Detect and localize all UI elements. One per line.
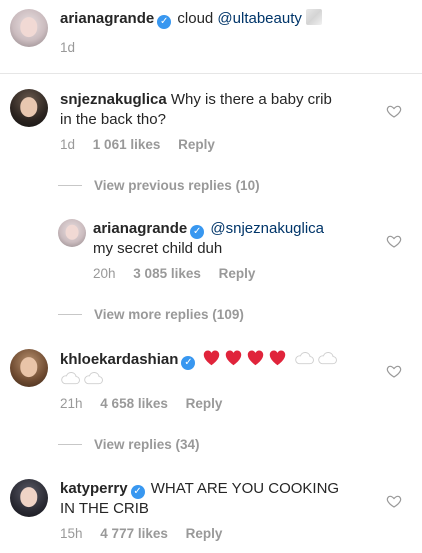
comment-meta: 15h 4 777 likes Reply xyxy=(60,526,236,541)
reply-button[interactable]: Reply xyxy=(186,396,223,411)
red-heart-emoji-icon xyxy=(203,350,219,366)
verified-icon: ✓ xyxy=(157,15,172,29)
reply-text: arianagrande ✓ @snjeznakuglica my secret … xyxy=(93,219,383,259)
post-caption: arianagrande ✓ cloud @ultabeauty xyxy=(60,9,322,29)
post-meta: 1d xyxy=(60,40,89,55)
comment-body: IN THE CRIB xyxy=(60,500,149,517)
avatar[interactable] xyxy=(10,349,48,387)
view-more-replies[interactable]: View more replies (109) xyxy=(58,307,244,322)
comment-username[interactable]: snjeznakuglica xyxy=(60,91,167,108)
reply-body: my secret child duh xyxy=(93,240,223,257)
like-heart-icon[interactable] xyxy=(386,493,402,509)
thread-line xyxy=(58,444,82,445)
reply-username[interactable]: arianagrande xyxy=(93,220,187,237)
red-heart-emoji-icon xyxy=(225,350,241,366)
view-replies[interactable]: View replies (34) xyxy=(58,437,200,452)
comment-text: katyperry ✓ WHAT ARE YOU COOKING IN THE C… xyxy=(60,479,380,519)
thread-label[interactable]: View replies (34) xyxy=(94,437,200,452)
verified-icon: ✓ xyxy=(130,485,145,499)
reply-likes[interactable]: 3 085 likes xyxy=(133,266,201,281)
post-username[interactable]: arianagrande xyxy=(60,10,154,27)
comment-time: 1d xyxy=(60,137,76,152)
comment-likes[interactable]: 4 658 likes xyxy=(100,396,168,411)
comment-body: in the back tho? xyxy=(60,111,166,128)
divider xyxy=(0,73,422,74)
post-mention[interactable]: @ultabeauty xyxy=(217,10,301,27)
cloud-emoji-icon xyxy=(295,352,314,365)
comment-text: snjeznakuglica Why is there a baby crib … xyxy=(60,90,380,130)
comment-username[interactable]: khloekardashian xyxy=(60,351,178,368)
like-heart-icon[interactable] xyxy=(386,233,402,249)
comment-time: 21h xyxy=(60,396,83,411)
avatar[interactable] xyxy=(58,219,86,247)
avatar[interactable] xyxy=(10,89,48,127)
comment-likes[interactable]: 1 061 likes xyxy=(93,137,161,152)
reply-time: 20h xyxy=(93,266,116,281)
comment-likes[interactable]: 4 777 likes xyxy=(100,526,168,541)
reply-button[interactable]: Reply xyxy=(178,137,215,152)
cloud-emoji-icon xyxy=(84,372,103,385)
thread-line xyxy=(58,185,82,186)
post-caption-text: cloud xyxy=(177,10,214,27)
comment-meta: 21h 4 658 likes Reply xyxy=(60,396,236,411)
like-heart-icon[interactable] xyxy=(386,363,402,379)
avatar[interactable] xyxy=(10,9,48,47)
cloud-emoji-icon xyxy=(61,372,80,385)
comment-body: WHAT ARE YOU COOKING xyxy=(150,480,340,497)
comment-body: Why is there a baby crib xyxy=(170,91,332,108)
reply-mention[interactable]: @snjeznakuglica xyxy=(210,220,324,237)
red-heart-emoji-icon xyxy=(247,350,263,366)
red-heart-emoji-icon xyxy=(269,350,285,366)
verified-icon: ✓ xyxy=(190,225,205,239)
reply-button[interactable]: Reply xyxy=(186,526,223,541)
post-time: 1d xyxy=(60,40,76,55)
view-previous-replies[interactable]: View previous replies (10) xyxy=(58,178,260,193)
thread-line xyxy=(58,314,82,315)
avatar[interactable] xyxy=(10,479,48,517)
like-heart-icon[interactable] xyxy=(386,103,402,119)
comment-username[interactable]: katyperry xyxy=(60,480,128,497)
comment-time: 15h xyxy=(60,526,83,541)
reply-meta: 20h 3 085 likes Reply xyxy=(93,266,269,281)
thread-label[interactable]: View previous replies (10) xyxy=(94,178,260,193)
sparkle-emoji-icon xyxy=(305,9,322,25)
comment-meta: 1d 1 061 likes Reply xyxy=(60,137,229,152)
comment-text: khloekardashian ✓ xyxy=(60,349,380,390)
reply-button[interactable]: Reply xyxy=(219,266,256,281)
cloud-emoji-icon xyxy=(318,352,337,365)
verified-icon: ✓ xyxy=(181,356,196,370)
thread-label[interactable]: View more replies (109) xyxy=(94,307,244,322)
